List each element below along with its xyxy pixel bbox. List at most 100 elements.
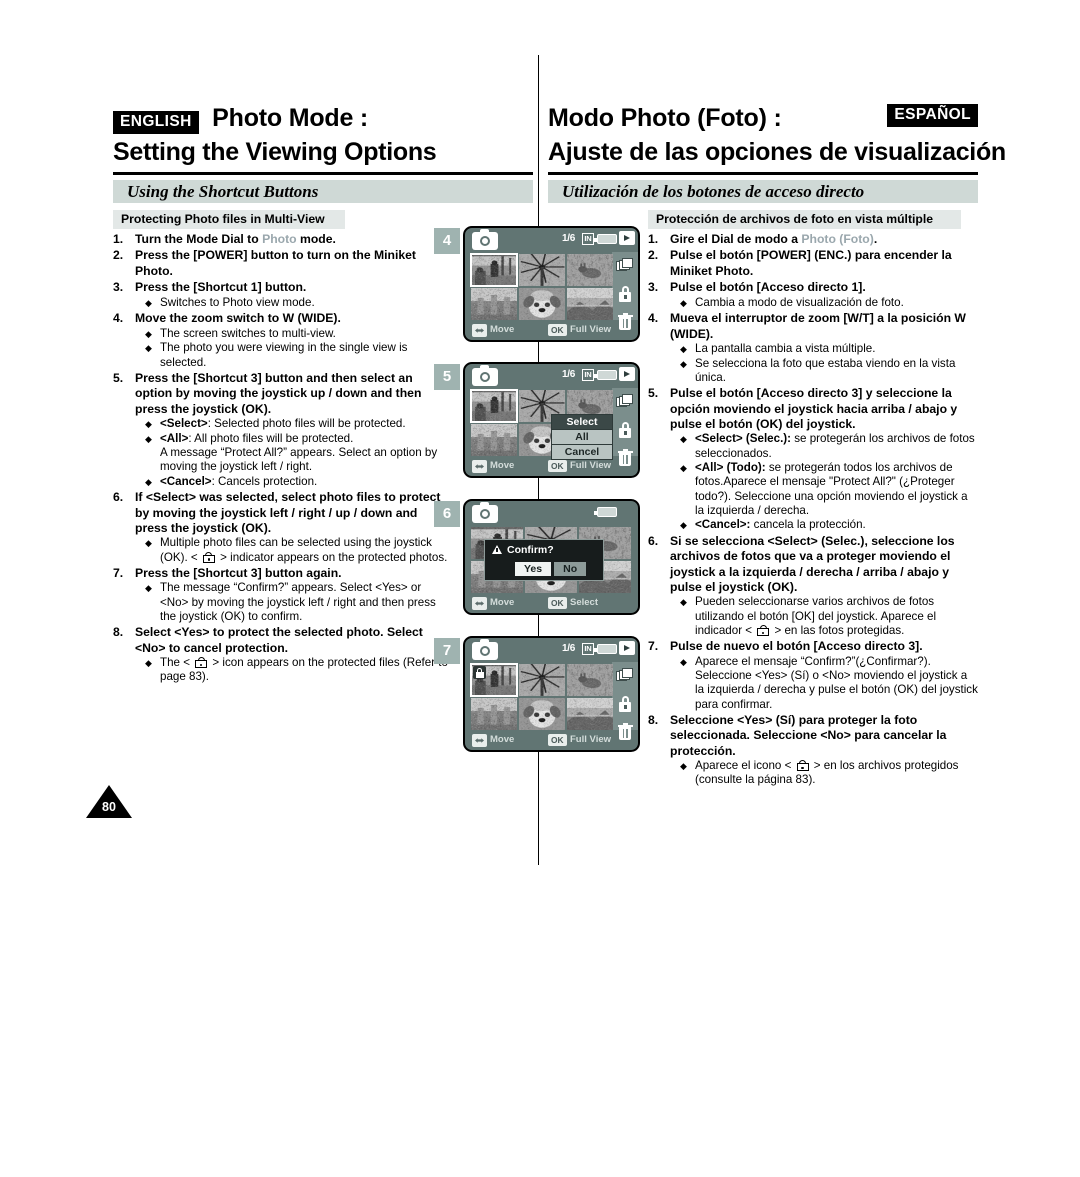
storage-indicator: IN (581, 643, 594, 655)
thumbnail-cell[interactable] (470, 663, 518, 697)
playback-mode-icon[interactable] (619, 641, 635, 655)
step-title: Move the zoom switch to W (WIDE). (135, 311, 341, 326)
step-bullet-text: The photo you were viewing in the single… (160, 341, 408, 369)
confirm-no-button[interactable]: No (554, 562, 587, 576)
step-bullet-list: ◆ Multiple photo files can be selected us… (135, 536, 451, 565)
thumbnail-cell[interactable] (567, 664, 613, 696)
step-reference-badge: 5 (434, 364, 460, 390)
diamond-bullet-icon: ◆ (680, 434, 687, 445)
lcd-status-bar (465, 501, 638, 525)
page-subtitle-english: Setting the Viewing Options (113, 138, 437, 166)
thumbnail-cell[interactable] (519, 698, 565, 730)
multi-copy-icon[interactable] (616, 258, 634, 276)
thumbnail-cell[interactable] (471, 698, 517, 730)
thumbnail-cell[interactable] (519, 288, 565, 320)
protect-lock-icon[interactable] (616, 695, 634, 713)
thumbnail-cell[interactable] (470, 253, 518, 287)
step-bullet-text: <Select>: Selected photo files will be p… (160, 417, 406, 431)
step-body: Press the [Shortcut 3] button again. ◆ The… (135, 566, 451, 624)
diamond-bullet-icon: ◆ (145, 297, 152, 308)
step-bullet: ◆ La pantalla cambia a vista múltiple. (680, 342, 978, 357)
dpad-icon (472, 597, 487, 610)
multi-copy-icon[interactable] (616, 668, 634, 686)
instruction-step: 4. Move the zoom switch to W (WIDE). ◆ The … (113, 311, 451, 370)
thumbnail-cell[interactable] (471, 288, 517, 320)
step-reference-badge: 6 (434, 501, 460, 527)
ok-action-label: Full View (570, 324, 612, 335)
lock-icon (796, 760, 809, 772)
thumbnail-cell[interactable] (470, 389, 518, 423)
step-bullet: ◆ The screen switches to multi-view. (145, 327, 451, 342)
thumbnail-cell[interactable] (519, 664, 565, 696)
playback-mode-icon[interactable] (619, 367, 635, 381)
diamond-bullet-icon: ◆ (680, 297, 687, 308)
step-bullet-text: Switches to Photo view mode. (160, 295, 315, 309)
subsection-english: Protecting Photo files in Multi-View (113, 210, 345, 229)
lcd-status-bar: 1/6 IN (465, 638, 638, 662)
step-bullet: ◆ Multiple photo files can be selected us… (145, 536, 451, 565)
step-bullet-text: Pueden seleccionarse varios archivos de … (695, 595, 937, 638)
lcd-screenshot: 4 1/6 IN Move OK Full View (434, 226, 640, 342)
step-bullet: ◆ Cambia a modo de visualización de foto. (680, 296, 978, 311)
instruction-step: 7. Press the [Shortcut 3] button again. ◆ T… (113, 566, 451, 624)
lcd-side-rail (612, 388, 638, 466)
header-spanish: ESPAÑOL Modo Photo (Foto) : Ajuste de la… (548, 104, 1006, 167)
diamond-bullet-icon: ◆ (145, 433, 152, 444)
step-bullet: ◆ Se selecciona la foto que estaba viendo… (680, 357, 978, 386)
menu-item-all[interactable]: All (552, 430, 612, 445)
step-number: 7. (648, 639, 659, 654)
lcd-side-rail (612, 252, 638, 330)
multi-copy-icon[interactable] (616, 394, 634, 412)
confirm-yes-button[interactable]: Yes (515, 562, 552, 576)
instruction-step: 6. If <Select> was selected, select photo… (113, 490, 451, 565)
protect-lock-icon[interactable] (616, 285, 634, 303)
lcd-guide-bar: Move OK Select (465, 594, 638, 613)
ok-action-label: Full View (570, 734, 612, 745)
battery-icon (594, 370, 617, 380)
menu-item-cancel[interactable]: Cancel (552, 445, 612, 459)
dpad-action-label: Move (490, 734, 515, 745)
step-bullet: ◆ Aparece el icono < > en los archivos pr… (680, 759, 978, 788)
protected-lock-badge-icon (473, 666, 486, 679)
ok-key-icon: OK (548, 734, 567, 746)
storage-indicator: IN (581, 233, 594, 245)
thumbnail-cell[interactable] (567, 254, 613, 286)
step-title: Press the [Shortcut 3] button and then s… (135, 370, 422, 416)
warning-triangle-icon (492, 545, 502, 554)
thumbnail-cell[interactable] (567, 288, 613, 320)
ok-key-icon: OK (548, 324, 567, 336)
step-body: If <Select> was selected, select photo f… (135, 490, 451, 565)
step-reference-badge: 7 (434, 638, 460, 664)
language-tag-spanish: ESPAÑOL (887, 104, 978, 127)
thumbnail-grid (470, 253, 613, 320)
step-number: 6. (648, 533, 659, 548)
thumbnail-cell[interactable] (519, 254, 565, 286)
thumbnail-cell[interactable] (471, 424, 517, 456)
menu-item-select[interactable]: Select (552, 415, 612, 430)
step-bullet: ◆ Aparece el mensaje “Confirm?”(¿Confirma… (680, 655, 978, 712)
thumbnail-image (519, 254, 565, 286)
step-title: Select <Yes> to protect the selected pho… (135, 625, 423, 655)
thumbnail-image (567, 698, 613, 730)
step-body: Turn the Mode Dial to Photo mode. (135, 232, 451, 247)
storage-indicator: IN (581, 369, 594, 381)
dpad-icon (472, 734, 487, 747)
protect-lock-icon[interactable] (616, 421, 634, 439)
thumbnail-image (519, 288, 565, 320)
camera-mode-icon (472, 229, 498, 250)
step-bullet-text: Aparece el mensaje “Confirm?”(¿Confirmar… (695, 654, 978, 711)
step-bullet-text: <All>: All photo files will be protected… (160, 431, 438, 474)
step-bullet: ◆ Pueden seleccionarse varios archivos de… (680, 595, 978, 638)
dpad-action-label: Move (490, 597, 515, 608)
step-bullet: ◆ <Select> (Selec.): se protegerán los ar… (680, 432, 978, 461)
thumbnail-cell[interactable] (567, 698, 613, 730)
lcd-screen: Confirm? Yes No Move OK Select (463, 499, 640, 615)
protect-option-menu[interactable]: Select All Cancel (551, 414, 613, 460)
ok-key-icon: OK (548, 460, 567, 472)
step-number: 8. (113, 625, 124, 640)
step-number: 5. (113, 370, 124, 385)
playback-mode-icon[interactable] (619, 231, 635, 245)
step-body: Si se selecciona <Select> (Selec.), sele… (670, 534, 978, 639)
step-bullet-text: The screen switches to multi-view. (160, 326, 336, 340)
instruction-step: 1. Turn the Mode Dial to Photo mode. (113, 232, 451, 247)
